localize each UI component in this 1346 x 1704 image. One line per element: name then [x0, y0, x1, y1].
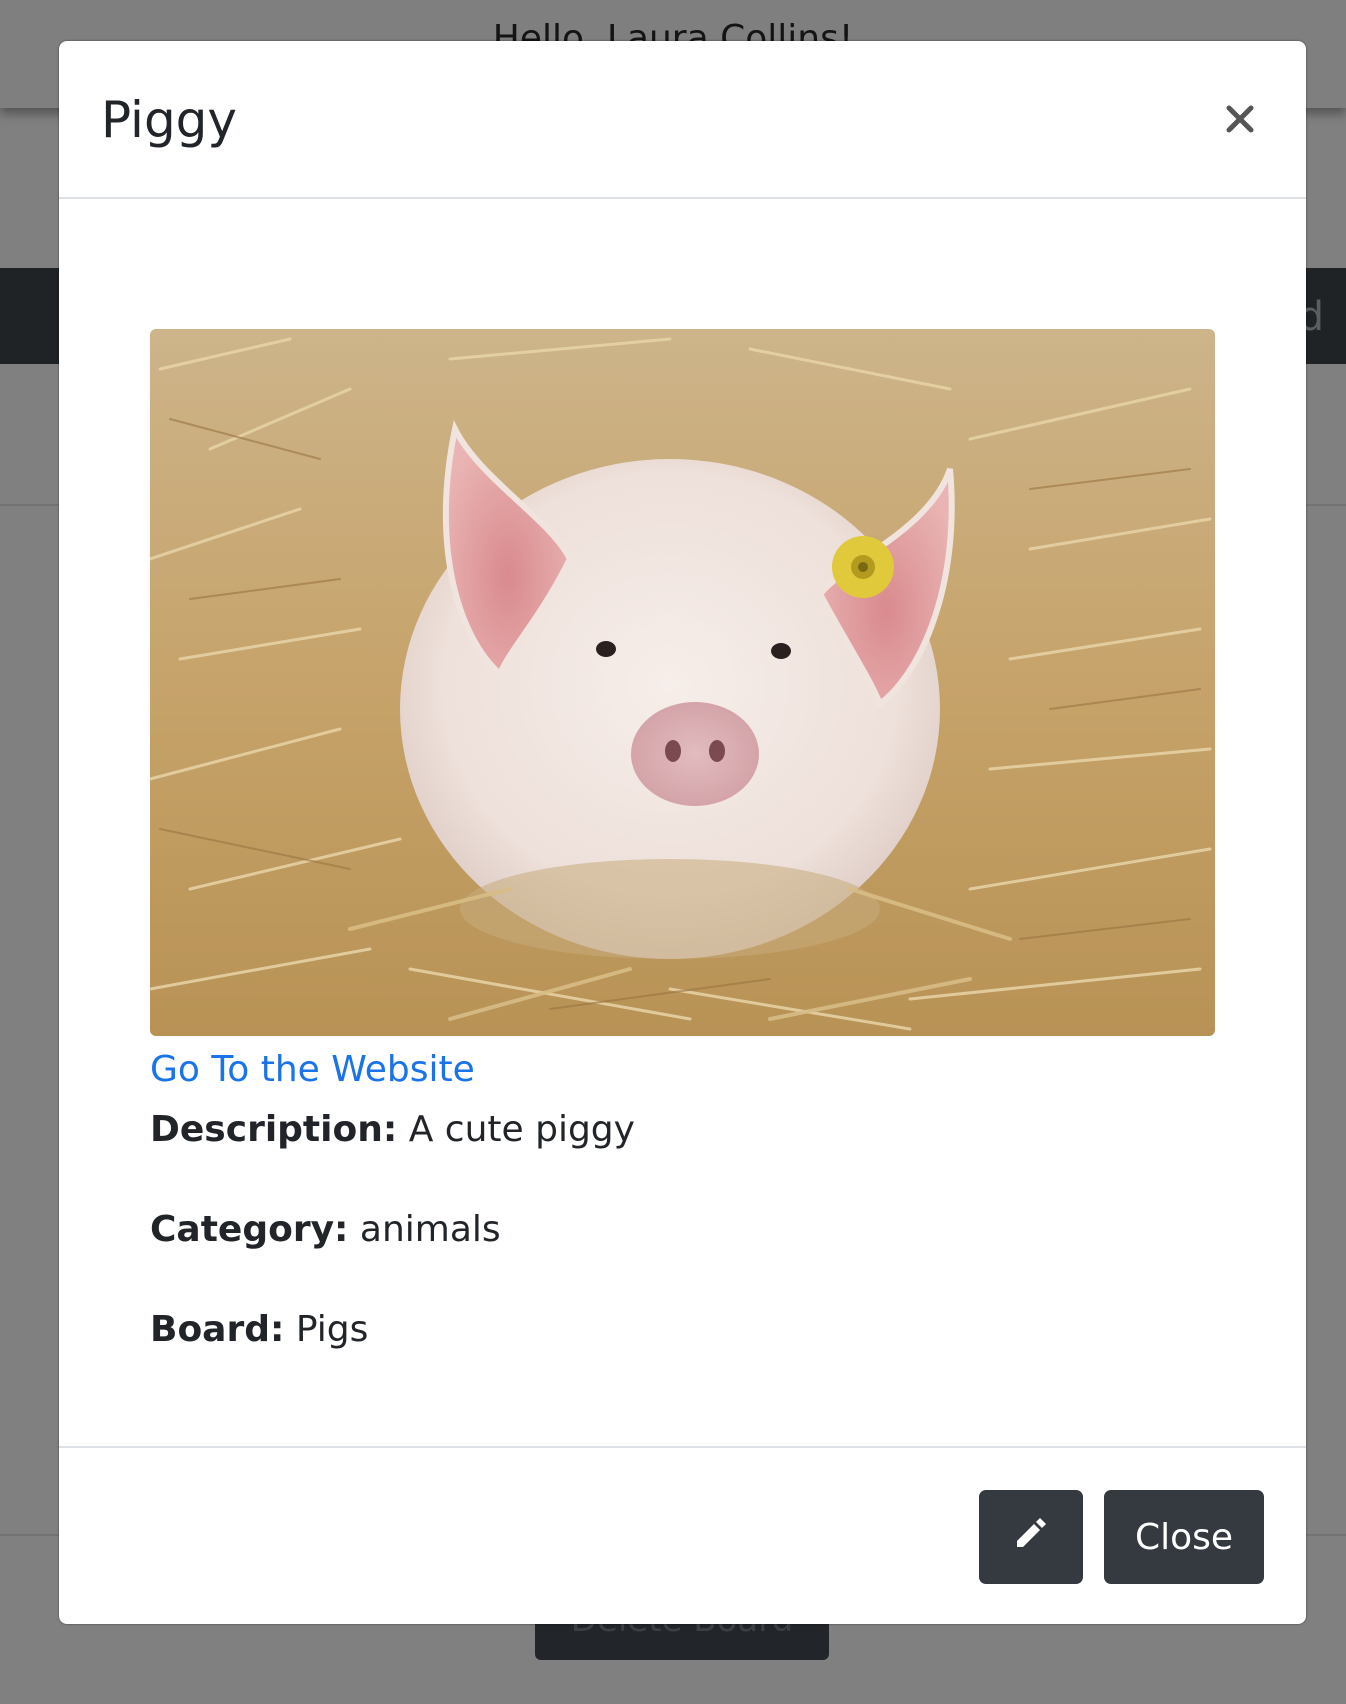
pin-image	[150, 329, 1215, 1036]
go-to-website-link[interactable]: Go To the Website	[150, 1049, 475, 1090]
pencil-icon	[1009, 1511, 1053, 1564]
close-x-icon[interactable]	[1220, 99, 1260, 139]
description-value: A cute piggy	[408, 1109, 635, 1150]
page: Hello, Laura Collins! d Delete Board Pig…	[0, 0, 1346, 1704]
edit-pin-button[interactable]	[979, 1490, 1083, 1584]
board-value: Pigs	[295, 1309, 369, 1350]
description-row: Description: A cute piggy	[150, 1109, 635, 1150]
modal-title: Piggy	[101, 91, 238, 149]
category-row: Category: animals	[150, 1209, 501, 1250]
modal-header: Piggy	[59, 41, 1306, 199]
pin-detail-modal: Piggy Go To the Website Description: A c…	[59, 41, 1306, 1624]
board-label: Board:	[150, 1309, 285, 1350]
modal-body: Go To the Website Description: A cute pi…	[59, 199, 1306, 1488]
piglet-in-straw-image	[150, 329, 1215, 1036]
category-label: Category:	[150, 1209, 349, 1250]
close-button[interactable]: Close	[1104, 1490, 1264, 1584]
description-label: Description:	[150, 1109, 398, 1150]
modal-footer: Close	[59, 1446, 1306, 1624]
category-value: animals	[359, 1209, 501, 1250]
board-row: Board: Pigs	[150, 1309, 368, 1350]
